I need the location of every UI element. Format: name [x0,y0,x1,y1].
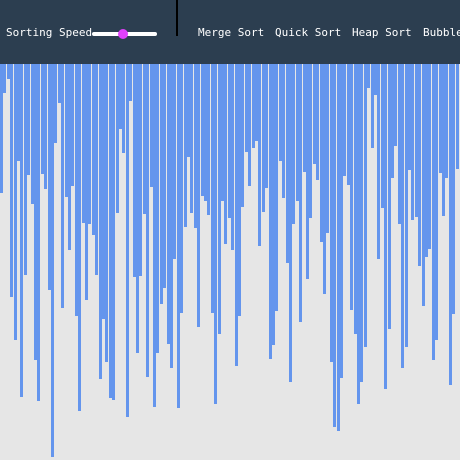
sorting-speed-slider[interactable] [92,29,157,39]
sorting-speed-label: Sorting Speed [6,26,93,39]
array-bars-area [0,64,460,460]
heap-sort-button[interactable]: Heap Sort [352,26,412,39]
array-bar [455,64,459,169]
array-bar [125,64,129,417]
quick-sort-button[interactable]: Quick Sort [275,26,341,39]
bubble-sort-button[interactable]: Bubble [423,26,460,39]
toolbar-divider [176,0,178,36]
merge-sort-button[interactable]: Merge Sort [198,26,264,39]
array-bar [363,64,367,347]
top-toolbar: Sorting Speed Merge Sort Quick Sort Heap… [0,0,460,64]
slider-thumb[interactable] [118,29,129,39]
